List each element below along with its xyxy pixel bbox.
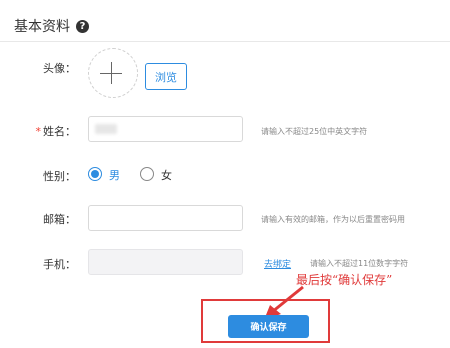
name-value-redacted	[95, 124, 117, 134]
plus-icon[interactable]	[98, 60, 126, 88]
gender-option-male[interactable]: 男	[109, 167, 120, 183]
email-field[interactable]	[88, 205, 243, 231]
phone-hint: 请输入不超过11位数字字符	[310, 259, 409, 268]
email-label: 邮箱：	[43, 213, 76, 226]
section-title-text: 基本资料	[14, 19, 70, 35]
name-label: * 姓名：	[36, 123, 77, 139]
name-hint: 请输入不超过25位中英文字符	[261, 127, 368, 136]
gender-radio-female[interactable]	[140, 167, 154, 181]
phone-label: 手机：	[43, 258, 76, 271]
gender-radio-male[interactable]	[88, 167, 102, 181]
gender-label: 性别：	[43, 170, 76, 183]
email-hint: 请输入有效的邮箱，作为以后重置密码用	[261, 215, 405, 224]
save-button[interactable]: 确认保存	[228, 315, 309, 338]
title-divider	[0, 41, 450, 42]
name-label-text: 姓名：	[43, 125, 76, 138]
phone-field[interactable]	[88, 249, 243, 275]
avatar-label: 头像：	[43, 62, 76, 75]
unbind-link[interactable]: 去绑定	[264, 257, 291, 270]
browse-button[interactable]: 浏览	[145, 63, 187, 90]
question-circle-icon[interactable]: ?	[76, 19, 89, 33]
annotation-text: 最后按“确认保存”	[296, 273, 393, 287]
required-mark: *	[35, 125, 42, 138]
section-title: 基本资料 ?	[14, 16, 89, 36]
gender-option-female[interactable]: 女	[161, 167, 172, 183]
